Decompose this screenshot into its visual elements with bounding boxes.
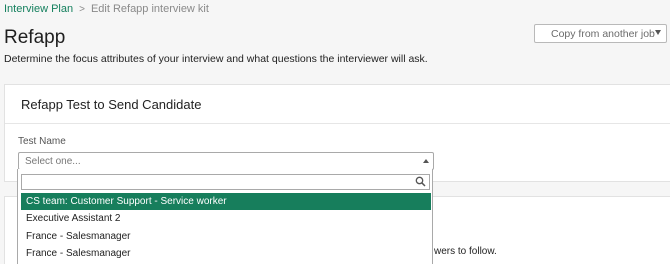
chevron-right-icon: >	[79, 3, 85, 15]
page-title: Refapp	[4, 27, 66, 48]
caret-up-icon	[423, 159, 429, 163]
dropdown-option[interactable]: France - Salesmanager	[21, 228, 431, 245]
test-card: Refapp Test to Send Candidate Test Name …	[4, 84, 670, 182]
second-card-text: wers to follow.	[434, 246, 497, 257]
dropdown-option[interactable]: CS team: Customer Support - Service work…	[21, 193, 431, 210]
copy-from-job-label: Copy from another job	[551, 27, 655, 40]
card-title: Refapp Test to Send Candidate	[21, 97, 202, 112]
caret-down-icon	[655, 30, 661, 35]
test-name-label: Test Name	[18, 136, 66, 147]
dropdown-option[interactable]: Executive Assistant 2	[21, 210, 431, 227]
dropdown-search-input[interactable]	[21, 174, 430, 190]
card-divider	[5, 123, 670, 124]
dropdown-option[interactable]: France - Salesmanager	[21, 245, 431, 262]
breadcrumb: Interview Plan > Edit Refapp interview k…	[4, 3, 209, 15]
dropdown-option-label: Executive Assistant 2	[26, 213, 121, 224]
dropdown-option-label: France - Salesmanager	[26, 248, 131, 259]
dropdown-option-label: France - Salesmanager	[26, 231, 131, 242]
dropdown-option-label: CS team: Customer Support - Service work…	[26, 196, 227, 207]
test-name-select[interactable]: Select one...	[18, 152, 434, 170]
test-name-placeholder: Select one...	[25, 155, 81, 167]
copy-from-job-select[interactable]: Copy from another job	[534, 24, 667, 43]
breadcrumb-link-interview-plan[interactable]: Interview Plan	[4, 3, 73, 15]
breadcrumb-current: Edit Refapp interview kit	[90, 3, 209, 15]
test-name-dropdown: CS team: Customer Support - Service work…	[17, 169, 433, 264]
page-description: Determine the focus attributes of your i…	[4, 53, 428, 65]
search-icon	[415, 176, 426, 187]
